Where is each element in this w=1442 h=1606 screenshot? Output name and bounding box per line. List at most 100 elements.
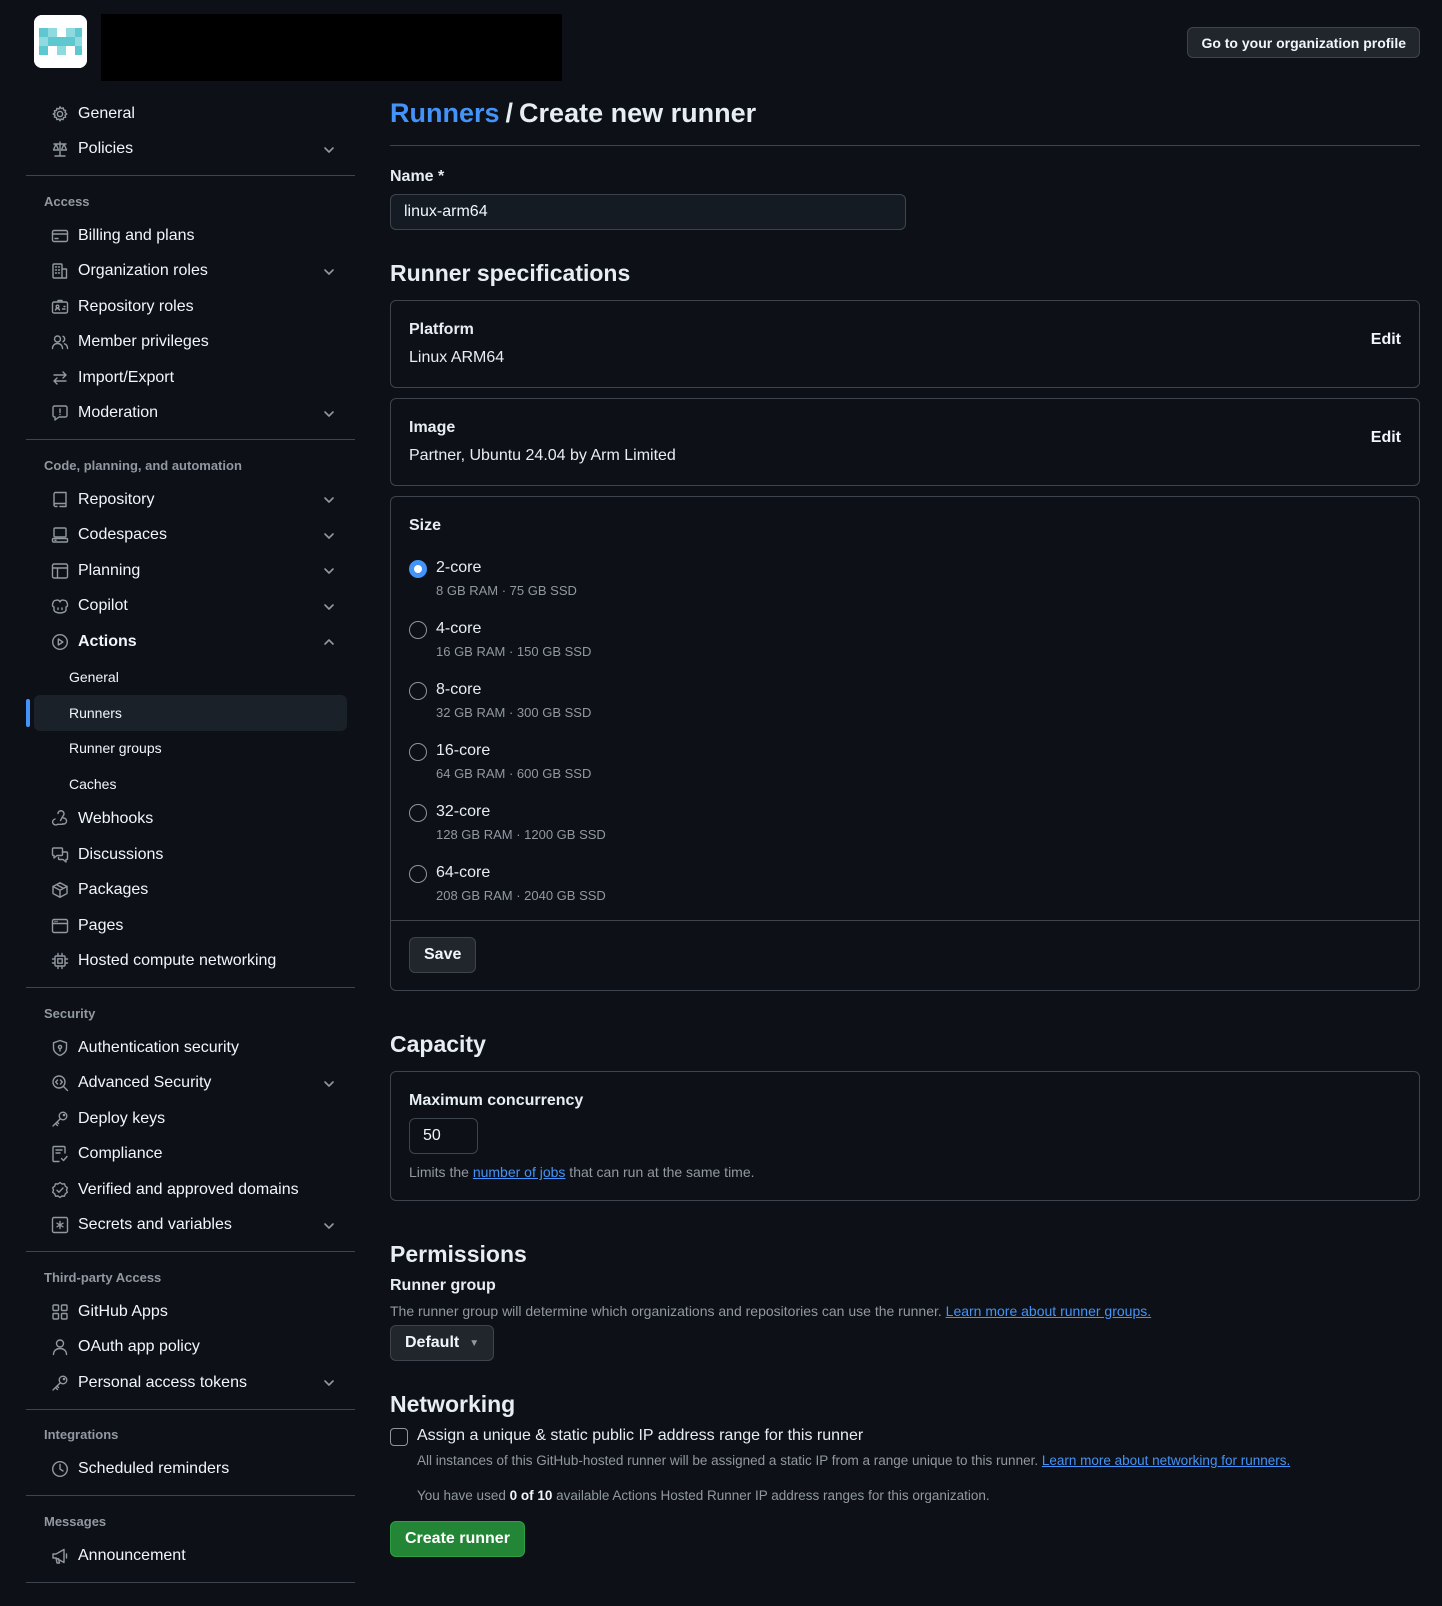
platform-value: Linux ARM64 [409,349,505,366]
size-radio[interactable] [409,560,427,578]
platform-card: Platform Linux ARM64 Edit [390,300,1420,388]
sidebar-item-import-export[interactable]: Import/Export [34,360,347,396]
org-avatar[interactable] [34,15,87,68]
size-option-16-core[interactable]: 16-core 64 GB RAM · 600 GB SSD [409,742,1401,784]
ip-ranges-usage: You have used 0 of 10 available Actions … [417,1488,1290,1503]
sidebar-item-hosted-compute-networking[interactable]: Hosted compute networking [34,944,347,980]
concurrency-hint-pre: Limits the [409,1164,473,1180]
edit-image-button[interactable]: Edit [1371,429,1401,447]
sidebar-heading-access: Access [44,193,90,209]
sidebar-item-personal-access-tokens[interactable]: Personal access tokens [34,1365,347,1401]
sidebar-item-scheduled-reminders[interactable]: Scheduled reminders [34,1452,347,1488]
size-option-text: 8-core 32 GB RAM · 300 GB SSD [436,681,591,723]
sidebar-item-organization-roles[interactable]: Organization roles [34,254,347,290]
number-of-jobs-link[interactable]: number of jobs [473,1164,566,1180]
chevron-down-icon[interactable] [321,1375,337,1391]
chevron-down-icon[interactable] [321,599,337,615]
sidebar-item-secrets-and-variables[interactable]: Secrets and variables [34,1208,347,1244]
runner-group-label: Runner group [390,1277,496,1294]
sidebar-item-oauth-app-policy[interactable]: OAuth app policy [34,1330,347,1366]
ip-usage-pre: You have used [417,1488,510,1503]
save-button[interactable]: Save [409,937,477,973]
sidebar-subitem-runner-groups[interactable]: Runner groups [34,731,347,767]
sidebar-subitem-runners[interactable]: Runners [26,695,347,731]
size-option-text: 2-core 8 GB RAM · 75 GB SSD [436,559,577,601]
size-option-64-core[interactable]: 64-core 208 GB RAM · 2040 GB SSD [409,864,1401,906]
chevron-down-icon[interactable] [321,528,337,544]
sidebar-item-authentication-security[interactable]: Authentication security [34,1030,347,1066]
sidebar-item-general[interactable]: General [34,96,347,132]
size-radio[interactable] [409,804,427,822]
size-option-2-core[interactable]: 2-core 8 GB RAM · 75 GB SSD [409,559,1401,601]
size-option-name: 8-core [436,681,482,698]
size-radio[interactable] [409,865,427,883]
size-radio[interactable] [409,743,427,761]
chevron-down-icon[interactable] [321,563,337,579]
chevron-down-icon[interactable] [321,406,337,422]
size-title: Size [409,517,442,534]
size-option-name: 4-core [436,620,482,637]
sidebar-item-copilot[interactable]: Copilot [34,589,347,625]
sidebar-item-moderation[interactable]: Moderation [34,396,347,432]
size-option-desc: 128 GB RAM · 1200 GB SSD [436,827,606,842]
sidebar-subitem-general[interactable]: General [34,660,347,696]
size-option-4-core[interactable]: 4-core 16 GB RAM · 150 GB SSD [409,620,1401,662]
size-radio[interactable] [409,621,427,639]
sidebar-item-codespaces[interactable]: Codespaces [34,518,347,554]
sidebar-item-pages[interactable]: Pages [34,908,347,944]
size-option-desc: 32 GB RAM · 300 GB SSD [436,705,592,720]
sidebar-item-announcement[interactable]: Announcement [34,1538,347,1574]
edit-platform-button[interactable]: Edit [1371,331,1401,349]
chevron-down-icon[interactable] [321,492,337,508]
size-option-desc: 16 GB RAM · 150 GB SSD [436,644,592,659]
key-icon [51,1110,69,1128]
size-option-8-core[interactable]: 8-core 32 GB RAM · 300 GB SSD [409,681,1401,723]
gear-icon [51,105,69,123]
sidebar-item-repository[interactable]: Repository [34,482,347,518]
concurrency-hint: Limits the number of jobs that can run a… [409,1164,1401,1180]
sidebar-item-verified-and-approved-domains[interactable]: Verified and approved domains [34,1172,347,1208]
sidebar-item-label: Personal access tokens [78,1373,247,1391]
go-to-profile-button[interactable]: Go to your organization profile [1187,27,1420,58]
static-ip-checkbox[interactable] [390,1428,408,1446]
chevron-down-icon[interactable] [321,142,337,158]
sidebar-subitem-caches[interactable]: Caches [34,766,347,802]
codescan-icon [51,1074,69,1092]
max-concurrency-input[interactable] [409,1118,478,1154]
sidebar-item-compliance[interactable]: Compliance [34,1137,347,1173]
sidebar-item-repository-roles[interactable]: Repository roles [34,289,347,325]
sidebar-item-packages[interactable]: Packages [34,873,347,909]
credit-card-icon [51,227,69,245]
sidebar-item-label: Actions [78,632,137,650]
sidebar-item-deploy-keys[interactable]: Deploy keys [34,1101,347,1137]
size-option-name: 16-core [436,742,491,759]
learn-more-runner-groups-link[interactable]: Learn more about runner groups. [946,1303,1151,1319]
sidebar-item-discussions[interactable]: Discussions [34,837,347,873]
sidebar-item-label: Authentication security [78,1038,239,1056]
sidebar-item-github-apps[interactable]: GitHub Apps [34,1294,347,1330]
image-title: Image [409,419,456,436]
sidebar-item-policies[interactable]: Policies [34,132,347,168]
static-ip-description-text: All instances of this GitHub-hosted runn… [417,1453,1042,1468]
chevron-down-icon[interactable] [321,264,337,280]
runner-name-input[interactable] [390,194,906,230]
sidebar-item-member-privileges[interactable]: Member privileges [34,325,347,361]
chevron-up-icon[interactable] [321,634,337,650]
chevron-down-icon[interactable] [321,1218,337,1234]
sidebar-item-webhooks[interactable]: Webhooks [34,802,347,838]
runner-group-select[interactable]: Default ▼ [390,1325,495,1361]
create-runner-button[interactable]: Create runner [390,1521,525,1557]
chevron-down-icon[interactable] [321,1076,337,1092]
law-icon [51,140,69,158]
sidebar-item-advanced-security[interactable]: Advanced Security [34,1066,347,1102]
size-radio[interactable] [409,682,427,700]
sidebar-item-label: General [78,104,135,122]
sidebar-item-label: Repository [78,490,155,508]
size-option-32-core[interactable]: 32-core 128 GB RAM · 1200 GB SSD [409,803,1401,845]
sidebar-item-billing-and-plans[interactable]: Billing and plans [34,218,347,254]
key-asterisk-icon [51,1216,69,1234]
sidebar-item-actions[interactable]: Actions [34,624,347,660]
sidebar-item-planning[interactable]: Planning [34,553,347,589]
breadcrumb-runners[interactable]: Runners [390,98,500,129]
learn-more-networking-link[interactable]: Learn more about networking for runners. [1042,1453,1290,1468]
